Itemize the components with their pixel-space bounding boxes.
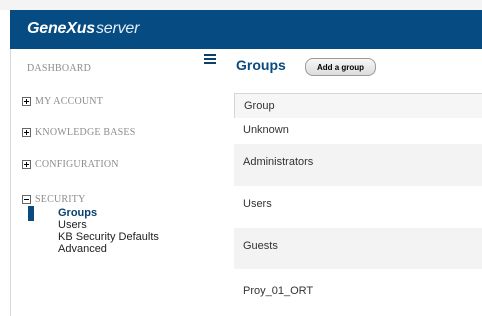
- table-row[interactable]: Unknown: [234, 118, 482, 144]
- sidebar-item-kb-security-defaults[interactable]: KB Security Defaults: [58, 231, 159, 243]
- sidebar-section-my-account[interactable]: MY ACCOUNT: [22, 94, 103, 108]
- sidebar-item-groups[interactable]: Groups: [58, 207, 97, 219]
- table-row[interactable]: Administrators: [234, 144, 482, 186]
- sidebar-section-label: CONFIGURATION: [35, 158, 119, 170]
- sidebar-section-label: MY ACCOUNT: [35, 95, 104, 107]
- active-item-marker: [28, 206, 34, 221]
- top-strip: [0, 0, 482, 10]
- hamburger-icon[interactable]: [204, 54, 216, 64]
- sidebar-item-users[interactable]: Users: [58, 219, 87, 231]
- sidebar-section-configuration[interactable]: CONFIGURATION: [22, 157, 119, 171]
- brand-name: GeneXus: [27, 20, 95, 37]
- minus-box-icon[interactable]: [22, 194, 31, 204]
- app-header: GeneXusserver: [10, 10, 482, 49]
- sidebar-section-label: SECURITY: [35, 193, 86, 205]
- table-row[interactable]: Users: [234, 186, 482, 228]
- table-header-group[interactable]: Group: [234, 93, 482, 118]
- plus-box-icon[interactable]: [22, 96, 31, 106]
- groups-table: Group Unknown Administrators Users Guest…: [234, 93, 482, 310]
- plus-box-icon[interactable]: [22, 127, 31, 137]
- sidebar-section-knowledge-bases[interactable]: KNOWLEDGE BASES: [22, 125, 136, 139]
- brand-logo[interactable]: GeneXusserver: [27, 20, 139, 38]
- sidebar: [11, 49, 227, 316]
- sidebar-item-dashboard[interactable]: DASHBOARD: [27, 63, 91, 74]
- add-group-button[interactable]: Add a group: [305, 58, 376, 76]
- sidebar-section-label: KNOWLEDGE BASES: [35, 126, 136, 138]
- sidebar-section-security[interactable]: SECURITY: [22, 192, 86, 206]
- sidebar-item-advanced[interactable]: Advanced: [58, 243, 107, 255]
- table-row[interactable]: Proy_01_ORT: [234, 269, 482, 310]
- page-title: Groups: [236, 57, 286, 73]
- plus-box-icon[interactable]: [22, 159, 31, 169]
- brand-suffix: server: [95, 20, 140, 37]
- table-row[interactable]: Guests: [234, 228, 482, 269]
